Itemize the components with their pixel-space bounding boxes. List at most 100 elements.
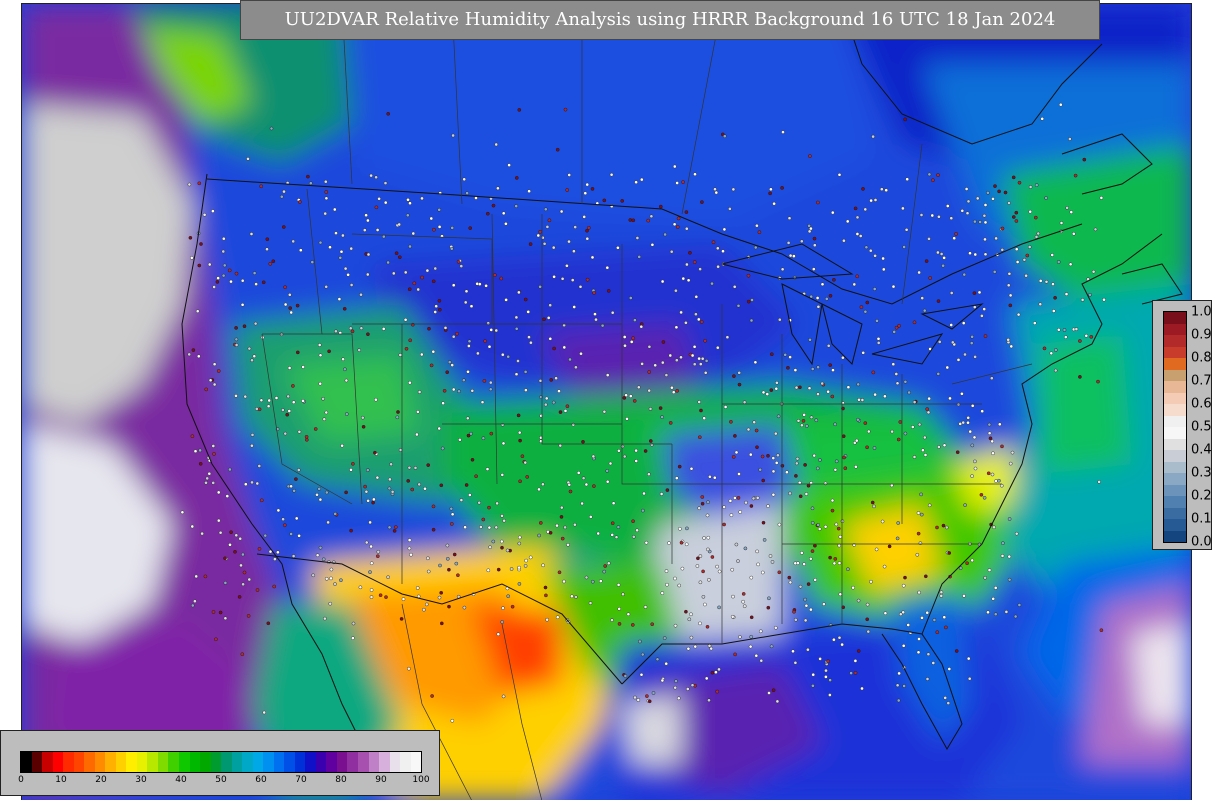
station-dot: [259, 498, 264, 503]
station-dot: [1044, 196, 1048, 200]
station-dot: [752, 420, 757, 425]
station-dot: [804, 492, 809, 496]
station-dot: [883, 611, 888, 616]
station-dot: [828, 678, 832, 682]
station-dot: [717, 605, 721, 610]
station-dot: [514, 326, 519, 331]
station-dot: [514, 372, 519, 377]
station-dot: [1028, 209, 1033, 214]
station-dot: [798, 385, 802, 390]
rh-colorbar-segment: [242, 752, 253, 772]
station-dot: [304, 437, 309, 442]
station-dot: [489, 328, 494, 332]
station-dot: [737, 370, 742, 375]
station-dot: [487, 505, 491, 510]
station-dot: [250, 443, 254, 448]
station-dot: [708, 474, 712, 479]
station-dot: [1001, 541, 1005, 546]
rh-colorbar-segment: [315, 752, 327, 772]
station-dot: [970, 474, 974, 478]
station-dot: [732, 284, 737, 289]
station-dot: [394, 251, 399, 255]
station-dot: [614, 535, 619, 540]
station-dot: [211, 209, 215, 213]
station-dot: [287, 292, 292, 297]
station-dot: [858, 234, 863, 238]
station-dot: [937, 445, 941, 449]
station-dot: [812, 267, 816, 271]
station-dot: [826, 343, 831, 348]
station-dot: [274, 396, 279, 400]
station-dot: [970, 558, 975, 563]
station-dot: [283, 302, 288, 307]
station-dot: [828, 555, 832, 560]
rh-colorbar-segment: [94, 752, 106, 772]
station-dot: [557, 389, 561, 393]
station-dot: [970, 334, 974, 339]
station-dot: [730, 615, 735, 619]
station-dot: [334, 329, 338, 334]
station-dot: [395, 415, 400, 420]
station-dot: [429, 216, 434, 221]
station-dot: [917, 422, 922, 427]
station-dot: [1000, 554, 1005, 558]
station-dot: [695, 564, 700, 568]
station-dot: [211, 444, 216, 448]
station-dot: [372, 497, 376, 502]
station-dot: [341, 233, 345, 238]
station-dot: [826, 659, 830, 664]
station-dot: [567, 239, 571, 244]
station-dot: [563, 525, 567, 530]
station-dot: [722, 505, 726, 509]
station-dot: [494, 525, 499, 530]
station-dot: [756, 562, 760, 567]
station-dot: [229, 279, 233, 284]
station-dot: [755, 445, 759, 450]
station-dot: [714, 670, 718, 675]
station-dot: [610, 310, 615, 315]
station-dot: [585, 182, 590, 187]
station-colorbar-segment: [1164, 415, 1186, 427]
station-dot: [741, 592, 746, 596]
station-dot: [716, 264, 720, 269]
station-dot: [746, 299, 751, 304]
station-dot: [912, 400, 917, 404]
station-dot: [635, 236, 640, 240]
station-dot: [947, 551, 952, 555]
station-colorbar-segment: [1164, 404, 1186, 416]
rh-colorbar-legend: 0 10 20 30 40 50 60 70 80 90 100: [0, 730, 440, 796]
station-dot: [203, 574, 208, 579]
station-dot: [961, 420, 966, 425]
station-dot: [723, 134, 727, 138]
station-dot: [904, 227, 909, 232]
station-dot: [343, 367, 347, 372]
station-dot: [212, 285, 216, 289]
station-dot: [496, 632, 501, 637]
station-dot: [581, 476, 586, 481]
station-dot: [830, 498, 835, 503]
station-dot: [632, 399, 637, 403]
station-dot: [585, 236, 590, 241]
station-dot: [376, 550, 381, 554]
station-dot: [699, 320, 704, 324]
station-dot: [541, 482, 545, 487]
station-dot: [431, 279, 436, 284]
station-dot: [811, 684, 815, 688]
station-dot: [867, 429, 871, 434]
station-dot: [419, 352, 424, 357]
station-dot: [840, 519, 845, 524]
station-dot: [328, 601, 333, 606]
rh-colorbar-tick: 10: [55, 775, 67, 785]
station-dot: [504, 298, 508, 302]
station-dot: [500, 620, 505, 624]
station-dot: [426, 569, 431, 574]
station-dot: [639, 324, 644, 329]
rh-colorbar-tick: 50: [215, 775, 227, 785]
station-dot: [605, 479, 610, 484]
station-dot: [406, 479, 411, 483]
station-dot: [788, 355, 792, 359]
station-dot: [212, 452, 216, 456]
station-dot: [686, 687, 690, 691]
rh-colorbar-segment: [273, 752, 285, 772]
station-dot: [1017, 603, 1022, 607]
